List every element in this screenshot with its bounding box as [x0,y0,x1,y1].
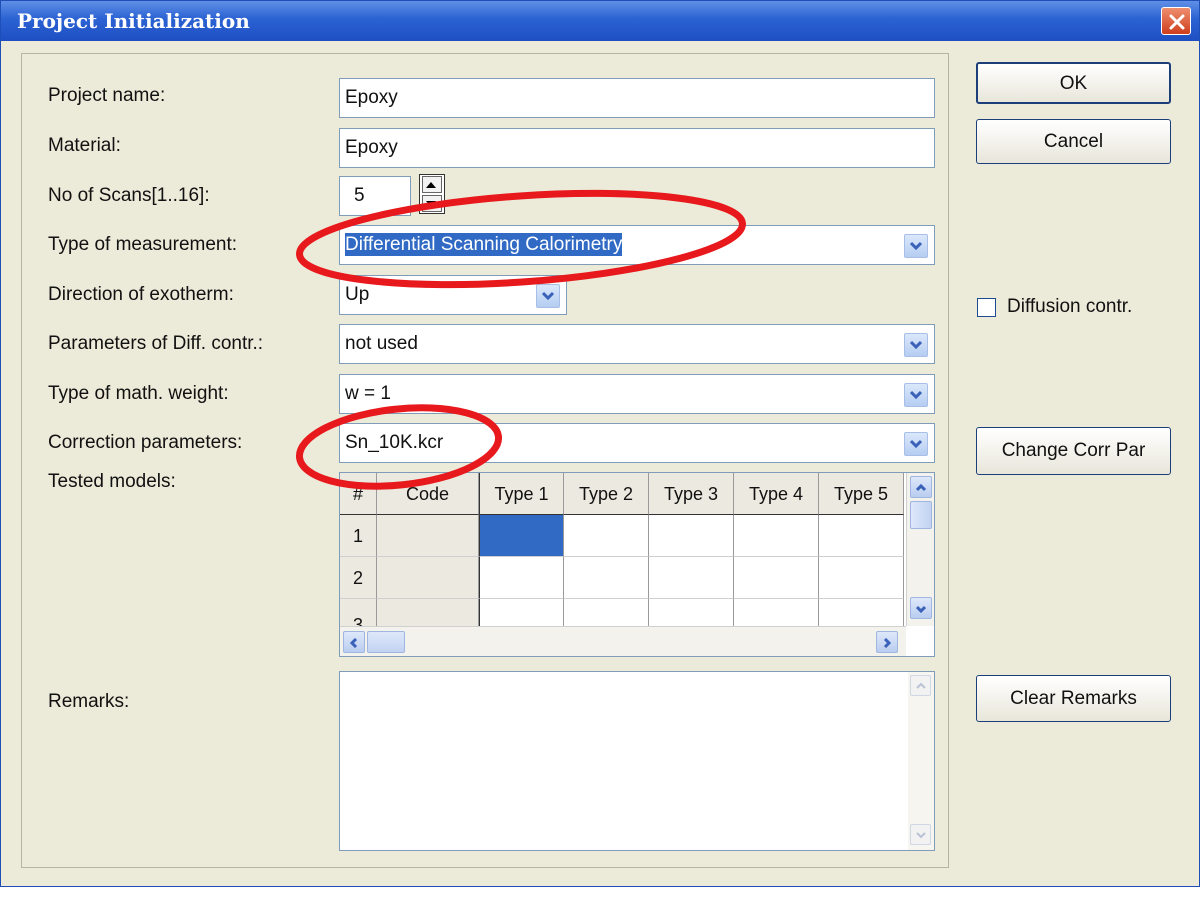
label-material: Material: [48,135,121,156]
grid-cell-code[interactable] [377,515,479,557]
grid-cell[interactable] [649,557,734,599]
grid-cell-selected[interactable] [479,515,564,557]
label-tested-models: Tested models: [48,471,176,492]
material-input[interactable]: Epoxy [339,128,935,168]
window-title: Project Initialization [17,9,250,33]
close-button[interactable] [1161,7,1191,35]
direction-of-exotherm-select[interactable]: Up [339,275,567,315]
grid-cell[interactable] [649,515,734,557]
project-name-input[interactable]: Epoxy [339,78,935,118]
clear-remarks-button[interactable]: Clear Remarks [976,675,1171,722]
label-no-of-scans: No of Scans[1..16]: [48,185,210,206]
label-params-diff-contr: Parameters of Diff. contr.: [48,333,264,354]
chevron-down-icon[interactable] [904,432,928,456]
chevron-down-icon[interactable] [904,383,928,407]
direction-of-exotherm-value: Up [345,284,370,305]
scans-spinner[interactable] [419,174,445,214]
horizontal-scroll-thumb[interactable] [367,631,405,653]
cancel-button-label: Cancel [1043,131,1104,152]
grid-header-type4: Type 4 [734,473,819,515]
grid-vertical-scrollbar[interactable] [906,473,934,626]
cancel-button[interactable]: Cancel [976,119,1171,164]
scroll-down-icon[interactable] [910,597,932,619]
remarks-vertical-scrollbar[interactable] [908,672,934,850]
close-icon [1169,14,1185,30]
change-corr-par-label: Change Corr Par [1001,440,1146,461]
grid-horizontal-scrollbar[interactable] [340,626,906,656]
tested-models-grid[interactable]: # Code Type 1 Type 2 Type 3 Type 4 Type … [339,472,935,657]
grid-row-number: 2 [340,557,377,599]
chevron-down-icon[interactable] [904,333,928,357]
scroll-right-icon[interactable] [876,631,898,653]
label-type-math-weight: Type of math. weight: [48,383,229,404]
type-of-measurement-select[interactable]: Differential Scanning Calorimetry [339,225,935,265]
grid-cell[interactable] [564,515,649,557]
scroll-up-icon[interactable] [910,675,931,696]
grid-header-type5: Type 5 [819,473,904,515]
grid-header-code: Code [377,473,479,515]
project-initialization-dialog: Project Initialization Project name: Mat… [0,0,1200,887]
grid-header-number: # [340,473,377,515]
chevron-down-icon[interactable] [904,234,928,258]
chevron-down-icon[interactable] [536,284,560,308]
type-math-weight-select[interactable]: w = 1 [339,374,935,414]
label-remarks: Remarks: [48,691,130,712]
spinner-down-icon[interactable] [422,195,442,212]
type-of-measurement-value: Differential Scanning Calorimetry [345,233,623,256]
grid-cell[interactable] [819,515,904,557]
grid-header-type1: Type 1 [479,473,564,515]
label-project-name: Project name: [48,85,166,106]
correction-parameters-value: Sn_10K.kcr [345,432,444,453]
scroll-left-icon[interactable] [343,631,365,653]
change-corr-par-button[interactable]: Change Corr Par [976,427,1171,475]
grid-cell[interactable] [734,515,819,557]
diffusion-contr-checkbox[interactable] [977,298,996,317]
label-type-of-measurement: Type of measurement: [48,234,238,255]
grid-header-type2: Type 2 [564,473,649,515]
diffusion-contr-label: Diffusion contr. [1007,296,1133,317]
grid-cell[interactable] [564,557,649,599]
title-bar[interactable]: Project Initialization [1,1,1199,41]
vertical-scroll-thumb[interactable] [910,501,932,529]
grid-cell[interactable] [734,557,819,599]
ok-button[interactable]: OK [976,62,1171,104]
correction-parameters-select[interactable]: Sn_10K.kcr [339,423,935,463]
grid-cell[interactable] [479,557,564,599]
grid-header-type3: Type 3 [649,473,734,515]
remarks-textarea[interactable] [339,671,935,851]
label-correction-parameters: Correction parameters: [48,432,243,453]
scroll-up-icon[interactable] [910,476,932,498]
clear-remarks-label: Clear Remarks [1010,688,1137,709]
label-direction-of-exotherm: Direction of exotherm: [48,284,234,305]
grid-cell-code[interactable] [377,557,479,599]
spinner-up-icon[interactable] [422,176,442,193]
scroll-down-icon[interactable] [910,824,931,845]
grid-cell[interactable] [819,557,904,599]
grid-row-number: 1 [340,515,377,557]
no-of-scans-input[interactable]: 5 [339,176,411,216]
type-math-weight-value: w = 1 [345,383,391,404]
ok-button-label: OK [1059,73,1088,94]
params-diff-contr-value: not used [345,333,418,354]
params-diff-contr-select[interactable]: not used [339,324,935,364]
